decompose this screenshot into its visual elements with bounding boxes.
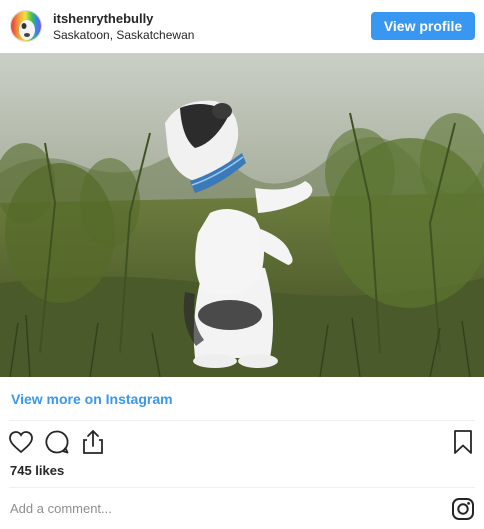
- instagram-icon[interactable]: [449, 495, 477, 523]
- divider: [9, 420, 475, 421]
- view-profile-button[interactable]: View profile: [371, 12, 475, 40]
- avatar[interactable]: [10, 10, 42, 42]
- post-header: itshenrythebully Saskatoon, Saskatchewan…: [0, 0, 484, 53]
- bookmark-icon[interactable]: [449, 428, 477, 456]
- add-comment-field[interactable]: Add a comment...: [10, 501, 112, 516]
- view-more-on-instagram-link[interactable]: View more on Instagram: [11, 391, 173, 407]
- likes-count[interactable]: 745 likes: [10, 463, 64, 478]
- heart-icon[interactable]: [7, 428, 35, 456]
- post-photo[interactable]: [0, 53, 484, 377]
- comment-icon[interactable]: [43, 428, 71, 456]
- share-icon[interactable]: [79, 428, 107, 456]
- divider: [9, 487, 475, 488]
- username[interactable]: itshenrythebully: [53, 11, 153, 26]
- location[interactable]: Saskatoon, Saskatchewan: [53, 28, 194, 42]
